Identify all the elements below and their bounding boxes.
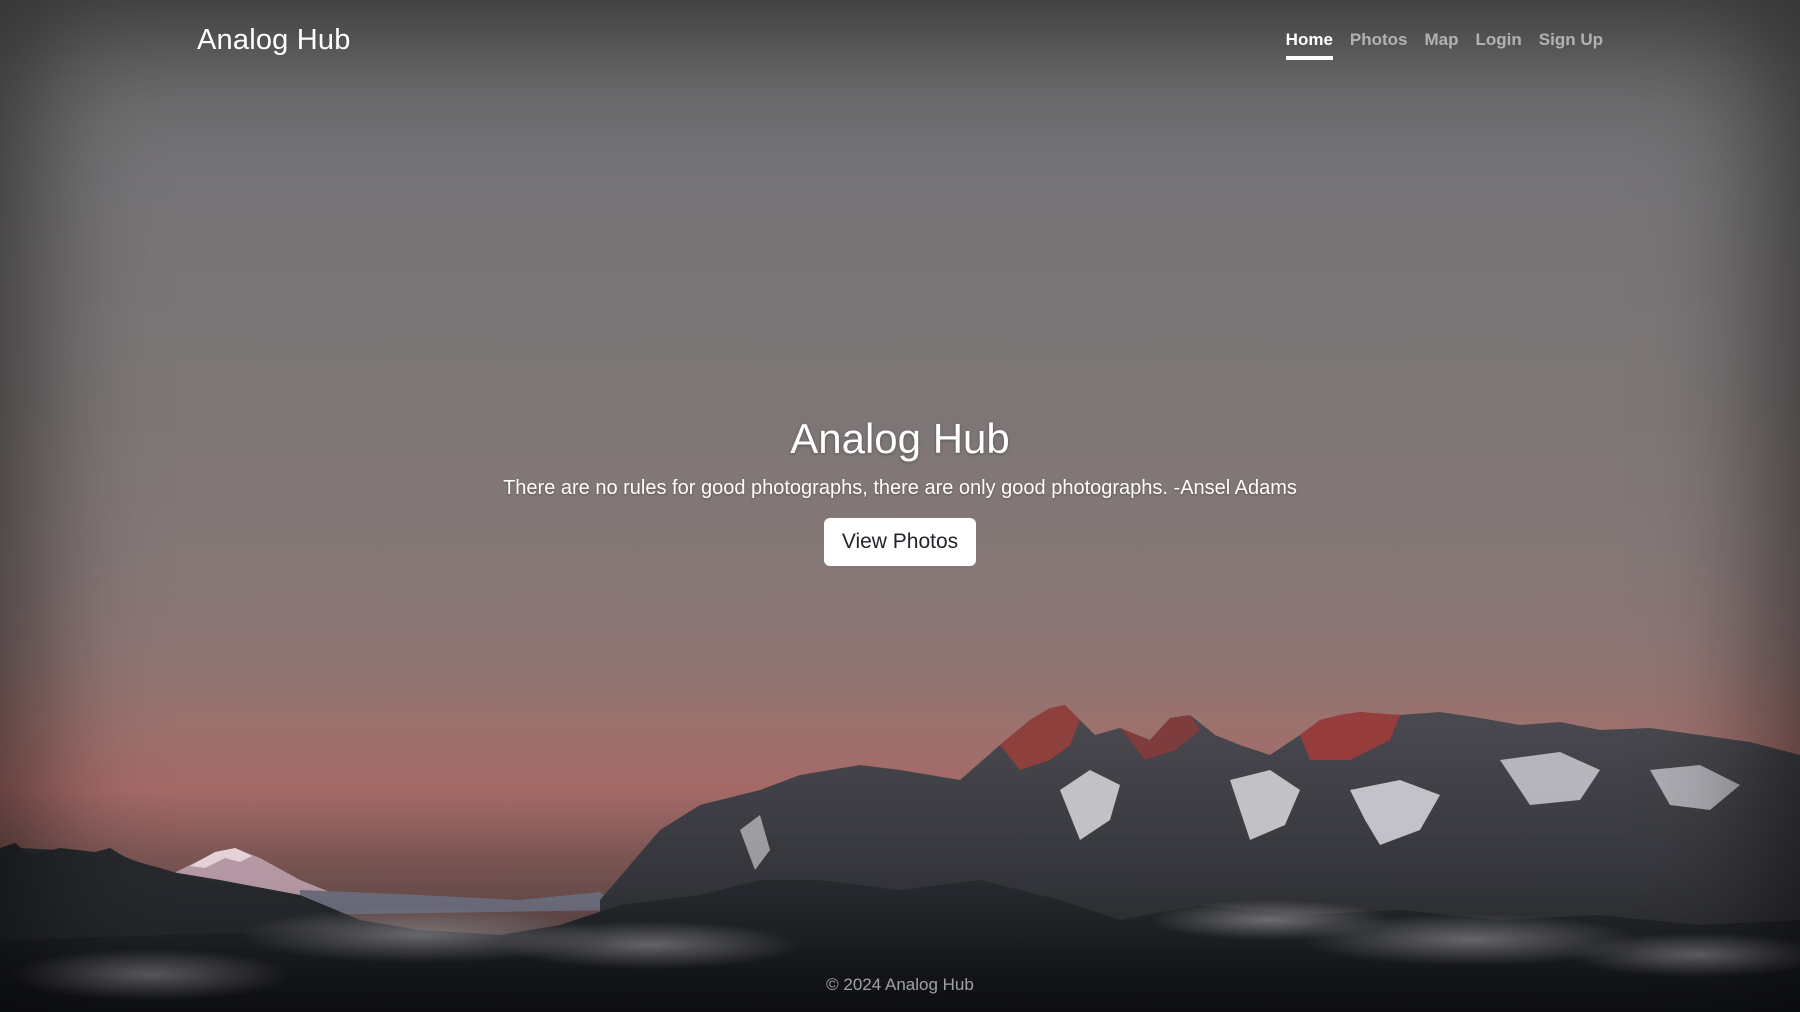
view-photos-button[interactable]: View Photos <box>823 518 977 566</box>
hero-quote: There are no rules for good photographs,… <box>503 477 1297 499</box>
nav-link-map[interactable]: Map <box>1425 30 1459 60</box>
hero-section: Analog Hub There are no rules for good p… <box>0 415 1800 566</box>
site-header: Analog Hub Home Photos Map Login Sign Up <box>0 0 1800 90</box>
nav-link-home[interactable]: Home <box>1285 30 1333 60</box>
footer-copyright: © 2024 Analog Hub <box>826 975 974 994</box>
hero-title: Analog Hub <box>790 415 1010 462</box>
main-nav: Home Photos Map Login Sign Up <box>1285 30 1603 60</box>
nav-link-login[interactable]: Login <box>1476 30 1522 60</box>
nav-link-sign-up[interactable]: Sign Up <box>1539 30 1603 60</box>
site-footer: © 2024 Analog Hub <box>0 975 1800 995</box>
page-background: Analog Hub Home Photos Map Login Sign Up… <box>0 0 1800 1012</box>
brand-logo[interactable]: Analog Hub <box>197 24 351 57</box>
nav-link-photos[interactable]: Photos <box>1350 30 1408 60</box>
